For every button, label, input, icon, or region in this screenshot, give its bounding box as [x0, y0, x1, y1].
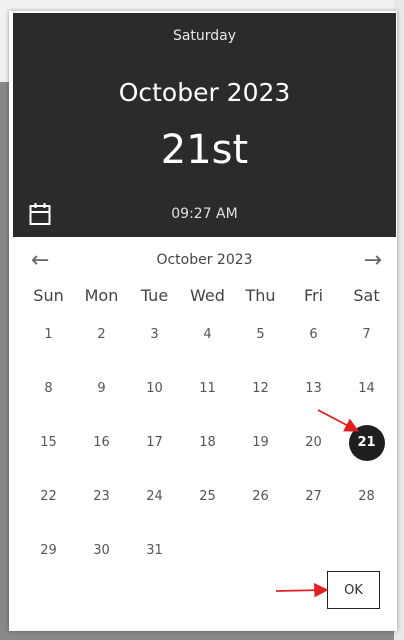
calendar-day[interactable]: 4	[181, 317, 234, 353]
calendar-day[interactable]: 25	[181, 479, 234, 515]
calendar-day-number: 15	[40, 435, 57, 450]
calendar-week-row: 29 30 31	[22, 524, 393, 578]
calendar-day[interactable]: 23	[75, 479, 128, 515]
calendar-day-number: 7	[362, 327, 371, 342]
calendar-day-number: 3	[150, 327, 159, 342]
calendar-day[interactable]: 9	[75, 371, 128, 407]
calendar-day-number: 21	[348, 425, 385, 461]
calendar-day-number: 24	[146, 489, 163, 504]
calendar-day-number: 20	[305, 435, 322, 450]
calendar-day[interactable]: 29	[22, 533, 75, 569]
calendar-day-number: 10	[146, 381, 163, 396]
header-day: 21st	[160, 127, 249, 173]
calendar-day[interactable]: 26	[234, 479, 287, 515]
calendar-day-number: 2	[97, 327, 106, 342]
header-month-year: October 2023	[118, 78, 291, 107]
calendar-day-number: 14	[358, 381, 375, 396]
calendar-day-number: 22	[40, 489, 57, 504]
calendar-day[interactable]: 8	[22, 371, 75, 407]
calendar-day-number	[349, 533, 385, 569]
calendar-day-empty	[181, 533, 234, 569]
calendar-day-number: 13	[305, 381, 322, 396]
calendar-day-number	[296, 533, 332, 569]
arrow-right-icon[interactable]: →	[364, 246, 382, 276]
calendar-day-number	[243, 533, 279, 569]
weekday-label: Fri	[303, 285, 324, 305]
calendar-week-row: 22 23 24 25 26 27 28	[22, 470, 393, 524]
ok-button[interactable]: OK	[327, 571, 380, 609]
weekday-label: Sun	[33, 285, 64, 305]
calendar-day-number: 4	[203, 327, 212, 342]
calendar-day[interactable]: 16	[75, 425, 128, 461]
calendar-day-number: 26	[252, 489, 269, 504]
calendar-day-number: 6	[309, 327, 318, 342]
calendar-week-row: 15 16 17 18 19 20 21	[22, 416, 393, 470]
calendar-day[interactable]: 12	[234, 371, 287, 407]
calendar-weeks: 1 2 3 4 5 6 7 8 9 10 11 12 13 14 15 16 17 18 19 20 21 22 23 24 2…	[22, 308, 393, 578]
calendar-day-selected[interactable]: 21	[340, 425, 393, 461]
calendar-day[interactable]: 3	[128, 317, 181, 353]
calendar-day-empty	[287, 533, 340, 569]
calendar-day-number: 29	[40, 543, 57, 558]
calendar-day-number	[190, 533, 226, 569]
calendar-day-number: 19	[252, 435, 269, 450]
weekday-label: Mon	[84, 285, 119, 305]
calendar-day[interactable]: 13	[287, 371, 340, 407]
calendar-day[interactable]: 18	[181, 425, 234, 461]
weekday-header-row: Sun Mon Tue Wed Thu Fri Sat	[22, 282, 393, 308]
calendar-day[interactable]: 11	[181, 371, 234, 407]
header-time[interactable]: 09:27 AM	[13, 206, 396, 222]
calendar-day-number: 16	[93, 435, 110, 450]
calendar-day[interactable]: 19	[234, 425, 287, 461]
calendar-day-number: 9	[97, 381, 106, 396]
calendar-day[interactable]: 17	[128, 425, 181, 461]
calendar-day[interactable]: 22	[22, 479, 75, 515]
calendar-day[interactable]: 27	[287, 479, 340, 515]
calendar-day[interactable]: 14	[340, 371, 393, 407]
calendar-week-row: 8 9 10 11 12 13 14	[22, 362, 393, 416]
calendar-week-row: 1 2 3 4 5 6 7	[22, 308, 393, 362]
calendar-day-number: 28	[358, 489, 375, 504]
calendar-day-number: 25	[199, 489, 216, 504]
calendar-day-number: 12	[252, 381, 269, 396]
weekday-label: Tue	[140, 285, 169, 305]
header-weekday: Saturday	[172, 28, 237, 44]
date-picker-header: Saturday October 2023 21st 09:27 AM	[13, 13, 396, 237]
calendar-day-number: 31	[146, 543, 163, 558]
calendar-day-number: 11	[199, 381, 216, 396]
calendar-day-number: 8	[44, 381, 53, 396]
calendar-day[interactable]: 10	[128, 371, 181, 407]
calendar-day[interactable]: 28	[340, 479, 393, 515]
calendar-grid: Sun Mon Tue Wed Thu Fri Sat 1 2 3 4 5 6 7 8 9 10 1…	[22, 282, 393, 578]
calendar-day[interactable]: 24	[128, 479, 181, 515]
calendar-day[interactable]: 5	[234, 317, 287, 353]
calendar-day-number: 1	[44, 327, 53, 342]
weekday-label: Thu	[245, 285, 276, 305]
weekday-label: Wed	[190, 285, 225, 305]
calendar-day[interactable]: 2	[75, 317, 128, 353]
calendar-day-empty	[234, 533, 287, 569]
calendar-day[interactable]: 1	[22, 317, 75, 353]
weekday-label: Sat	[353, 285, 380, 305]
calendar-day-empty	[340, 533, 393, 569]
calendar-day[interactable]: 30	[75, 533, 128, 569]
calendar-day-number: 5	[256, 327, 265, 342]
calendar-day[interactable]: 20	[287, 425, 340, 461]
calendar-day-number: 30	[93, 543, 110, 558]
calendar-day-number: 27	[305, 489, 322, 504]
calendar-day[interactable]: 31	[128, 533, 181, 569]
calendar-day[interactable]: 7	[340, 317, 393, 353]
calendar-day-number: 17	[146, 435, 163, 450]
month-title: October 2023	[156, 252, 253, 268]
calendar-day[interactable]: 6	[287, 317, 340, 353]
month-navigation: ← October 2023 →	[13, 246, 396, 280]
calendar-day[interactable]: 15	[22, 425, 75, 461]
calendar-day-number: 18	[199, 435, 216, 450]
calendar-day-number: 23	[93, 489, 110, 504]
